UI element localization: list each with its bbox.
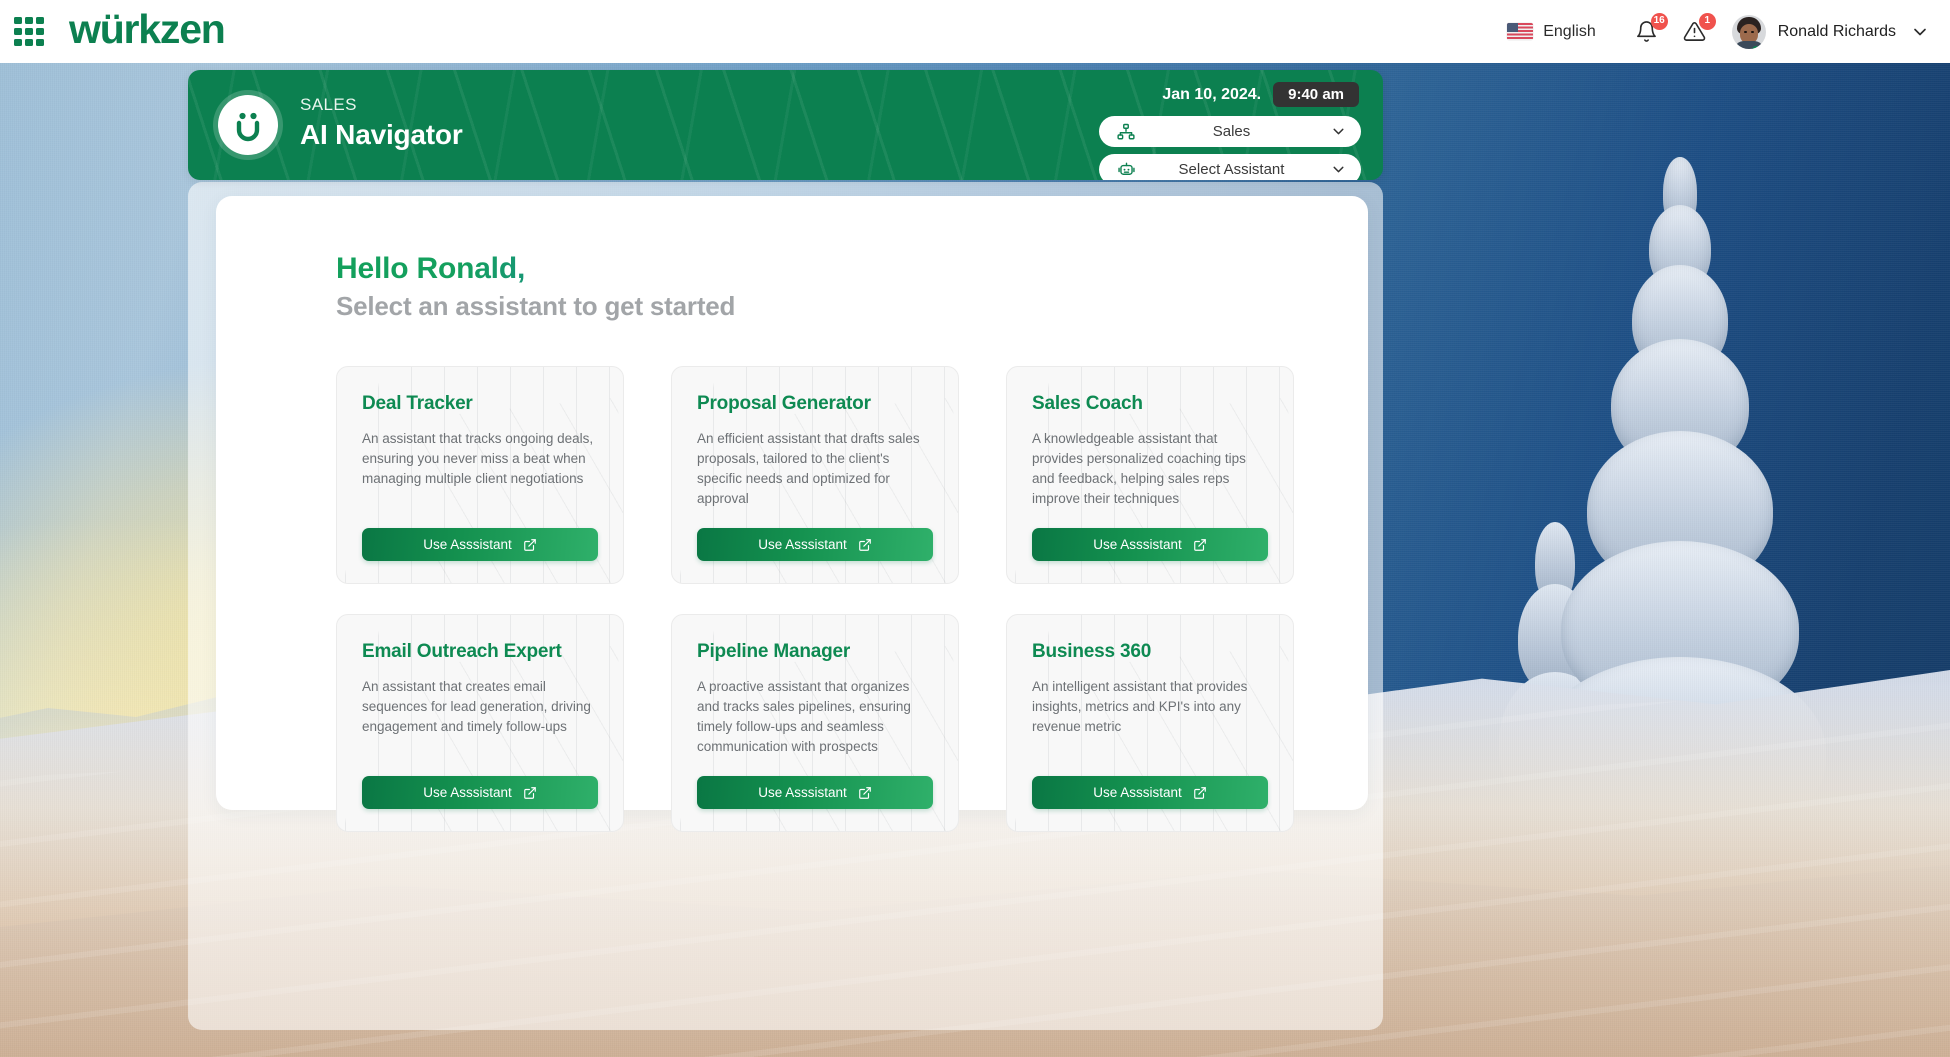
assistant-card-description: A knowledgeable assistant that provides …: [1032, 430, 1246, 506]
banner-title: AI Navigator: [300, 118, 463, 150]
assistant-select-value: Select Assistant: [1178, 161, 1285, 178]
language-selector[interactable]: English: [1507, 22, 1596, 41]
greeting-block: Hello Ronald, Select an assistant to get…: [336, 250, 735, 324]
apps-grid-icon[interactable]: [14, 16, 44, 47]
assistant-card-title: Sales Coach: [1032, 393, 1143, 414]
assistant-card[interactable]: Deal Tracker An assistant that tracks on…: [336, 366, 624, 584]
use-assistant-button[interactable]: Use Asssistant: [1032, 776, 1268, 809]
wurkzen-smiley-logo: [218, 95, 278, 155]
assistant-card[interactable]: Business 360 An intelligent assistant th…: [1006, 614, 1294, 832]
assistants-panel: Hello Ronald, Select an assistant to get…: [216, 196, 1368, 832]
current-date: Jan 10, 2024.: [1162, 85, 1262, 103]
external-link-icon: [1193, 786, 1207, 800]
assistant-card-description: An intelligent assistant that provides i…: [1032, 678, 1248, 734]
banner-identity-group: SALES AI Navigator: [218, 70, 463, 180]
top-navigation-bar: würkzen English 16 1 Ronald Richards: [0, 0, 1950, 63]
topbar-right-group: English 16 1 Ronald Richards: [1507, 12, 1930, 49]
ai-navigator-banner: SALES AI Navigator Jan 10, 2024. 9:40 am…: [188, 70, 1383, 180]
user-name-label: Ronald Richards: [1777, 22, 1896, 40]
use-assistant-label: Use Asssistant: [1093, 785, 1182, 800]
page-subtitle: Select an assistant to get started: [336, 291, 736, 322]
use-assistant-button[interactable]: Use Asssistant: [697, 776, 933, 809]
assistant-card[interactable]: Email Outreach Expert An assistant that …: [336, 614, 624, 832]
assistant-card-grid: Deal Tracker An assistant that tracks on…: [336, 366, 1294, 832]
use-assistant-label: Use Asssistant: [423, 785, 512, 800]
banner-title-block: SALES AI Navigator: [300, 95, 463, 152]
alerts-badge: 1: [1698, 12, 1716, 30]
avatar[interactable]: [1731, 14, 1766, 49]
external-link-icon: [523, 538, 537, 552]
external-link-icon: [858, 786, 872, 800]
department-select-chevron: [1330, 123, 1347, 140]
smiley-u-umlaut-icon: [236, 112, 260, 142]
alerts-button[interactable]: 1: [1678, 12, 1716, 49]
assistant-card-description: A proactive assistant that organizes and…: [697, 678, 911, 754]
assistant-select[interactable]: Select Assistant: [1099, 154, 1361, 180]
us-flag-icon: [1507, 23, 1534, 40]
use-assistant-button[interactable]: Use Asssistant: [362, 528, 598, 561]
assistant-card-title: Proposal Generator: [697, 393, 871, 414]
use-assistant-label: Use Asssistant: [423, 537, 512, 552]
assistant-card-title: Email Outreach Expert: [362, 641, 562, 662]
use-assistant-button[interactable]: Use Asssistant: [697, 528, 933, 561]
use-assistant-label: Use Asssistant: [1093, 537, 1182, 552]
external-link-icon: [858, 538, 872, 552]
banner-kicker: SALES: [300, 95, 357, 115]
assistant-card-title: Pipeline Manager: [697, 641, 851, 662]
banner-controls-group: Jan 10, 2024. 9:40 am Sales Select Assis…: [1091, 82, 1361, 180]
notifications-badge: 16: [1650, 12, 1668, 30]
brand-logo-text[interactable]: würkzen: [69, 9, 226, 50]
date-time-row: Jan 10, 2024. 9:40 am: [1162, 82, 1359, 107]
external-link-icon: [1193, 538, 1207, 552]
assistant-card[interactable]: Sales Coach A knowledgeable assistant th…: [1006, 366, 1294, 584]
assistant-card-description: An efficient assistant that drafts sales…: [697, 430, 920, 506]
robot-icon: [1115, 159, 1137, 181]
chevron-down-icon: [1333, 128, 1344, 135]
assistant-card-description: An assistant that tracks ongoing deals, …: [362, 430, 594, 486]
assistant-card[interactable]: Pipeline Manager A proactive assistant t…: [671, 614, 959, 832]
use-assistant-button[interactable]: Use Asssistant: [1032, 528, 1268, 561]
department-select[interactable]: Sales: [1099, 116, 1361, 147]
assistant-card-description: An assistant that creates email sequence…: [362, 678, 591, 734]
notifications-button[interactable]: 16: [1630, 12, 1668, 49]
user-menu-chevron[interactable]: [1910, 22, 1930, 42]
language-label: English: [1543, 22, 1596, 40]
chevron-down-icon: [1914, 28, 1926, 35]
assistant-select-chevron: [1330, 161, 1347, 178]
assistant-card[interactable]: Proposal Generator An efficient assistan…: [671, 366, 959, 584]
assistant-card-title: Deal Tracker: [362, 393, 473, 414]
current-time: 9:40 am: [1273, 82, 1359, 107]
chevron-down-icon: [1333, 166, 1344, 173]
department-select-value: Sales: [1212, 123, 1251, 140]
use-assistant-button[interactable]: Use Asssistant: [362, 776, 598, 809]
use-assistant-label: Use Asssistant: [758, 785, 847, 800]
assistant-card-title: Business 360: [1032, 641, 1152, 662]
use-assistant-label: Use Asssistant: [758, 537, 847, 552]
org-chart-icon: [1115, 121, 1137, 143]
page-title: Hello Ronald,: [336, 250, 735, 288]
external-link-icon: [523, 786, 537, 800]
